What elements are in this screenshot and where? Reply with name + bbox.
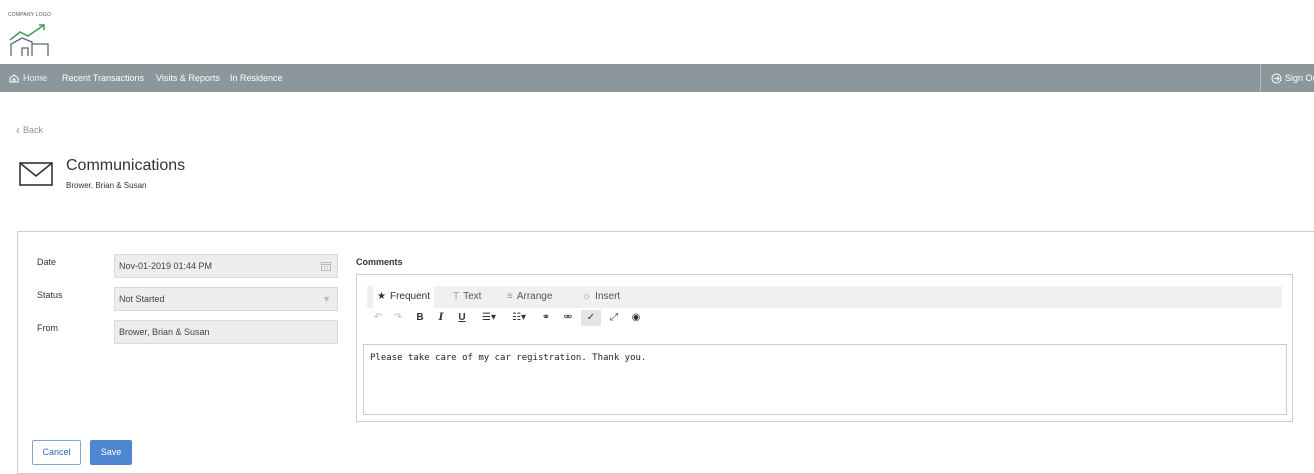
status-label: Status bbox=[37, 290, 63, 300]
nav-recent-transactions[interactable]: Recent Transactions bbox=[62, 64, 144, 92]
home-icon bbox=[9, 74, 19, 83]
envelope-icon bbox=[19, 162, 53, 186]
back-label: Back bbox=[23, 125, 44, 135]
editor-tabbar: ★ Frequent T Text ≡ Arrange ☼ Insert bbox=[367, 286, 1282, 308]
nav-visits-reports[interactable]: Visits & Reports bbox=[156, 64, 220, 92]
dropdown-arrow-icon: ▼ bbox=[322, 294, 331, 304]
tab-text-label: Text bbox=[463, 291, 482, 302]
preview-icon[interactable]: ◉ bbox=[627, 310, 645, 326]
lightbulb-icon: ☼ bbox=[582, 291, 592, 302]
page-title: Communications bbox=[66, 157, 186, 174]
link-icon[interactable]: ⚭ bbox=[537, 310, 555, 326]
house-chart-logo-icon bbox=[9, 24, 49, 56]
date-field[interactable]: Nov-01-2019 01:44 PM bbox=[114, 254, 338, 278]
date-value: Nov-01-2019 01:44 PM bbox=[119, 261, 213, 271]
underline-icon[interactable]: U bbox=[453, 310, 471, 326]
status-value: Not Started bbox=[119, 294, 165, 304]
cancel-button[interactable]: Cancel bbox=[32, 440, 81, 465]
bold-icon[interactable]: B bbox=[411, 310, 429, 326]
save-button[interactable]: Save bbox=[90, 440, 132, 465]
tab-insert-label: Insert bbox=[595, 291, 621, 302]
logo-text: COMPANY LOGO bbox=[8, 12, 52, 18]
align-icon: ≡ bbox=[507, 291, 513, 302]
numbered-list-icon[interactable]: ☷▾ bbox=[505, 310, 533, 326]
page-subtitle: Brower, Brian & Susan bbox=[66, 181, 147, 190]
top-navbar: Home Recent Transactions Visits & Report… bbox=[0, 64, 1314, 92]
back-link[interactable]: ‹ Back bbox=[16, 123, 43, 137]
nav-in-residence[interactable]: In Residence bbox=[230, 64, 283, 92]
from-label: From bbox=[37, 323, 58, 333]
star-icon: ★ bbox=[377, 291, 386, 302]
rich-text-editor: ★ Frequent T Text ≡ Arrange ☼ Insert ↶ ↷ B I… bbox=[356, 274, 1293, 422]
signout-button[interactable]: Sign Out bbox=[1260, 64, 1314, 92]
tab-frequent[interactable]: ★ Frequent bbox=[373, 286, 434, 308]
spellcheck-icon[interactable]: ✓ bbox=[581, 310, 601, 326]
nav-home-label: Home bbox=[23, 73, 48, 83]
tab-insert[interactable]: ☼ Insert bbox=[578, 286, 624, 308]
comments-label: Comments bbox=[356, 257, 403, 267]
tab-arrange-label: Arrange bbox=[516, 291, 553, 302]
tab-frequent-label: Frequent bbox=[389, 291, 430, 302]
from-field[interactable]: Brower, Brian & Susan bbox=[114, 320, 338, 344]
chevron-left-icon: ‹ bbox=[16, 123, 20, 137]
italic-icon[interactable]: I bbox=[432, 310, 450, 326]
calendar-icon[interactable] bbox=[321, 261, 331, 271]
text-icon: T bbox=[453, 291, 460, 302]
redo-icon[interactable]: ↷ bbox=[389, 310, 407, 326]
bullet-list-icon[interactable]: ☰▾ bbox=[475, 310, 503, 326]
unlink-icon[interactable]: ⚮ bbox=[559, 310, 577, 326]
fullscreen-icon[interactable]: ⤢ bbox=[605, 310, 623, 326]
signout-icon bbox=[1271, 73, 1282, 84]
company-logo: COMPANY LOGO bbox=[8, 12, 68, 62]
undo-icon[interactable]: ↶ bbox=[369, 310, 387, 326]
communication-form-panel: Date Nov-01-2019 01:44 PM Status Not Sta… bbox=[17, 231, 1314, 474]
comments-textarea[interactable]: Please take care of my car registration.… bbox=[363, 344, 1287, 415]
status-select[interactable]: Not Started ▼ bbox=[114, 287, 338, 311]
signout-label: Sign Out bbox=[1285, 73, 1314, 83]
tab-text[interactable]: T Text bbox=[449, 286, 485, 308]
tab-arrange[interactable]: ≡ Arrange bbox=[503, 286, 556, 308]
date-label: Date bbox=[37, 257, 57, 267]
nav-home[interactable]: Home bbox=[9, 64, 47, 92]
from-value: Brower, Brian & Susan bbox=[119, 327, 210, 337]
